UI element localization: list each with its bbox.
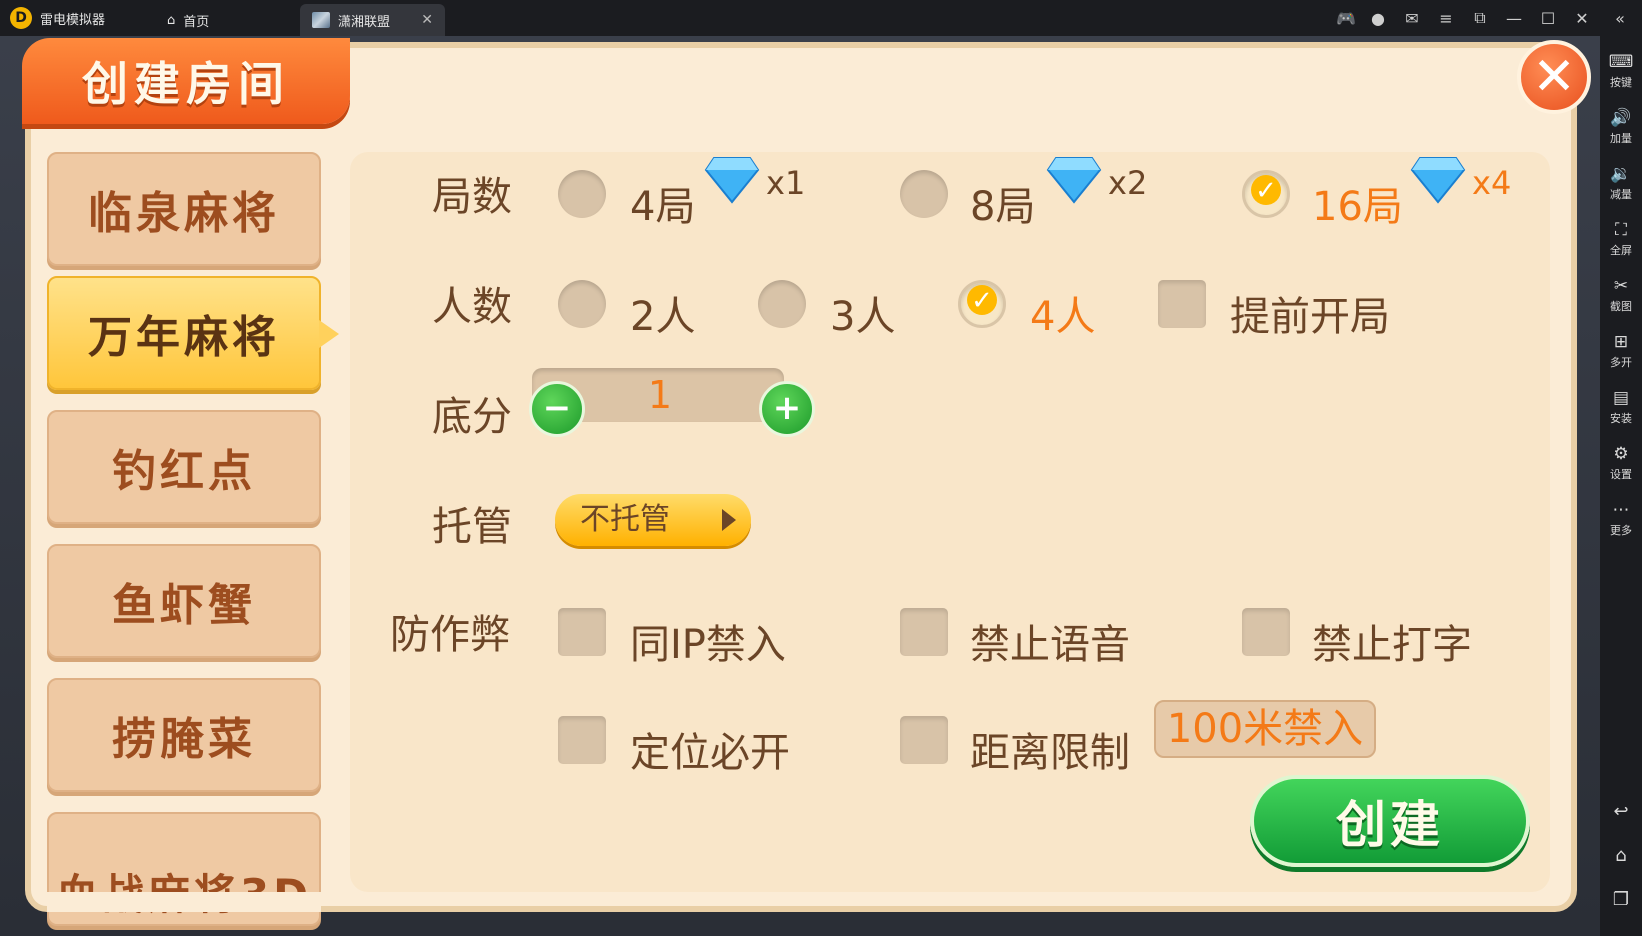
early-start-label: 提前开局 [1230,294,1390,340]
players-4-radio[interactable] [958,280,1006,328]
more-icon: ⋯ [1612,499,1630,520]
dialog-title: 创建房间 [82,57,290,111]
fullscreen-icon: ⛶ [1615,219,1627,240]
dialog-close-button[interactable]: ✕ [1517,40,1591,114]
ldplayer-logo-icon: D [10,7,32,29]
sidebar-item-more[interactable]: ⋯ 更多 [1600,494,1642,544]
diamond-icon [1046,157,1102,204]
back-icon[interactable]: ↩ [1600,796,1642,826]
scissors-icon: ✂ [1613,275,1629,296]
diamond-icon [704,157,760,204]
location-required-label: 定位必开 [630,730,790,776]
no-typing-label: 禁止打字 [1312,622,1472,668]
game-item-wannian-mahjong[interactable]: 万年麻将 [47,276,339,390]
rounds-16-label: 16局 [1312,184,1403,230]
minimize-icon[interactable]: — [1498,0,1530,36]
sidebar-item-screenshot[interactable]: ✂ 截图 [1600,270,1642,320]
tab-home-label: 首页 [183,14,210,30]
no-voice-checkbox[interactable] [900,608,948,656]
window-close-icon[interactable]: ✕ [1566,0,1598,36]
keyboard-icon: ⌨ [1608,51,1634,72]
rounds-label: 局数 [432,174,512,220]
volume-up-icon: 🔊 [1610,107,1632,128]
distance-limit-label: 距离限制 [970,730,1130,776]
decrease-button[interactable]: − [529,381,585,437]
distance-limit-checkbox[interactable] [900,716,948,764]
rounds-16-cost: x4 [1472,164,1512,202]
anti-cheat-label: 防作弊 [390,612,510,658]
game-item-diaohongdian[interactable]: 钓红点 [47,410,321,524]
early-start-checkbox[interactable] [1158,280,1206,328]
menu-icon[interactable]: ≡ [1430,0,1462,36]
sidebar-item-install[interactable]: ▤ 安装 [1600,382,1642,432]
no-typing-checkbox[interactable] [1242,608,1290,656]
close-icon[interactable]: ✕ [421,12,433,28]
sidebar-item-volume-up[interactable]: 🔊 加量 [1600,102,1642,152]
game-item-linquan-mahjong[interactable]: 临泉麻将 [47,152,321,266]
apk-icon: ▤ [1612,387,1630,408]
players-4-label: 4人 [1030,294,1096,340]
volume-down-icon: 🔉 [1610,163,1632,184]
diamond-icon [1410,157,1466,204]
gamepad-icon[interactable]: 🎮 [1330,0,1362,36]
recent-apps-icon[interactable]: ❐ [1600,884,1642,914]
rounds-8-label: 8局 [970,184,1036,230]
players-2-radio[interactable] [558,280,606,328]
gear-icon: ⚙ [1613,443,1629,464]
sidebar-item-multi[interactable]: ⊞ 多开 [1600,326,1642,376]
rounds-8-radio[interactable] [900,170,948,218]
sidebar-item-fullscreen[interactable]: ⛶ 全屏 [1600,214,1642,264]
home-icon: ⌂ [167,12,176,28]
app-name: 雷电模拟器 [40,12,106,28]
multi-instance-icon: ⊞ [1613,331,1629,352]
rounds-4-label: 4局 [630,184,696,230]
base-score-value: 1 [647,373,673,417]
emulator-sidebar: ⌨ 按键 🔊 加量 🔉 减量 ⛶ 全屏 ✂ 截图 ⊞ 多开 ▤ 安装 ⚙ 设置 … [1600,36,1642,936]
tab-game[interactable]: 潇湘联盟 ✕ [300,4,445,36]
hosting-value: 不托管 [580,502,670,537]
same-ip-label: 同IP禁入 [630,622,786,668]
rounds-16-radio[interactable] [1242,170,1290,218]
location-required-checkbox[interactable] [558,716,606,764]
players-label: 人数 [432,284,512,330]
chevron-right-icon [722,509,736,531]
tab-home[interactable]: ⌂ 首页 [155,4,295,36]
increase-button[interactable]: + [759,381,815,437]
tab-game-label: 潇湘联盟 [338,14,391,30]
rounds-4-cost: x1 [766,164,806,202]
rounds-4-radio[interactable] [558,170,606,218]
game-thumbnail-icon [312,12,330,28]
sidebar-item-keys[interactable]: ⌨ 按键 [1600,46,1642,96]
emulator-brand: D 雷电模拟器 [10,0,105,36]
collapse-sidebar-icon[interactable]: « [1604,0,1636,36]
account-icon[interactable]: ● [1362,0,1394,36]
mini-window-icon[interactable]: ⧉ [1464,0,1496,36]
sidebar-item-settings[interactable]: ⚙ 设置 [1600,438,1642,488]
same-ip-checkbox[interactable] [558,608,606,656]
players-3-label: 3人 [830,294,896,340]
create-button[interactable]: 创建 [1250,775,1530,867]
no-voice-label: 禁止语音 [970,622,1130,668]
sidebar-item-volume-down[interactable]: 🔉 减量 [1600,158,1642,208]
dialog-title-ribbon: 创建房间 [22,38,350,124]
base-score-label: 底分 [432,394,512,440]
players-2-label: 2人 [630,294,696,340]
game-item-yuxiaxie[interactable]: 鱼虾蟹 [47,544,321,658]
rounds-8-cost: x2 [1108,164,1148,202]
emulator-title-bar: D 雷电模拟器 ⌂ 首页 潇湘联盟 ✕ 🎮 ● ✉ ≡ ⧉ — ☐ ✕ « [0,0,1642,36]
mail-icon[interactable]: ✉ [1396,0,1428,36]
maximize-icon[interactable]: ☐ [1532,0,1564,36]
game-item-laoyancai[interactable]: 捞腌菜 [47,678,321,792]
distance-limit-select[interactable]: 100米禁入 [1154,700,1376,758]
players-3-radio[interactable] [758,280,806,328]
android-home-icon[interactable]: ⌂ [1600,840,1642,870]
game-list-clip [47,892,321,912]
hosting-label: 托管 [432,504,512,550]
